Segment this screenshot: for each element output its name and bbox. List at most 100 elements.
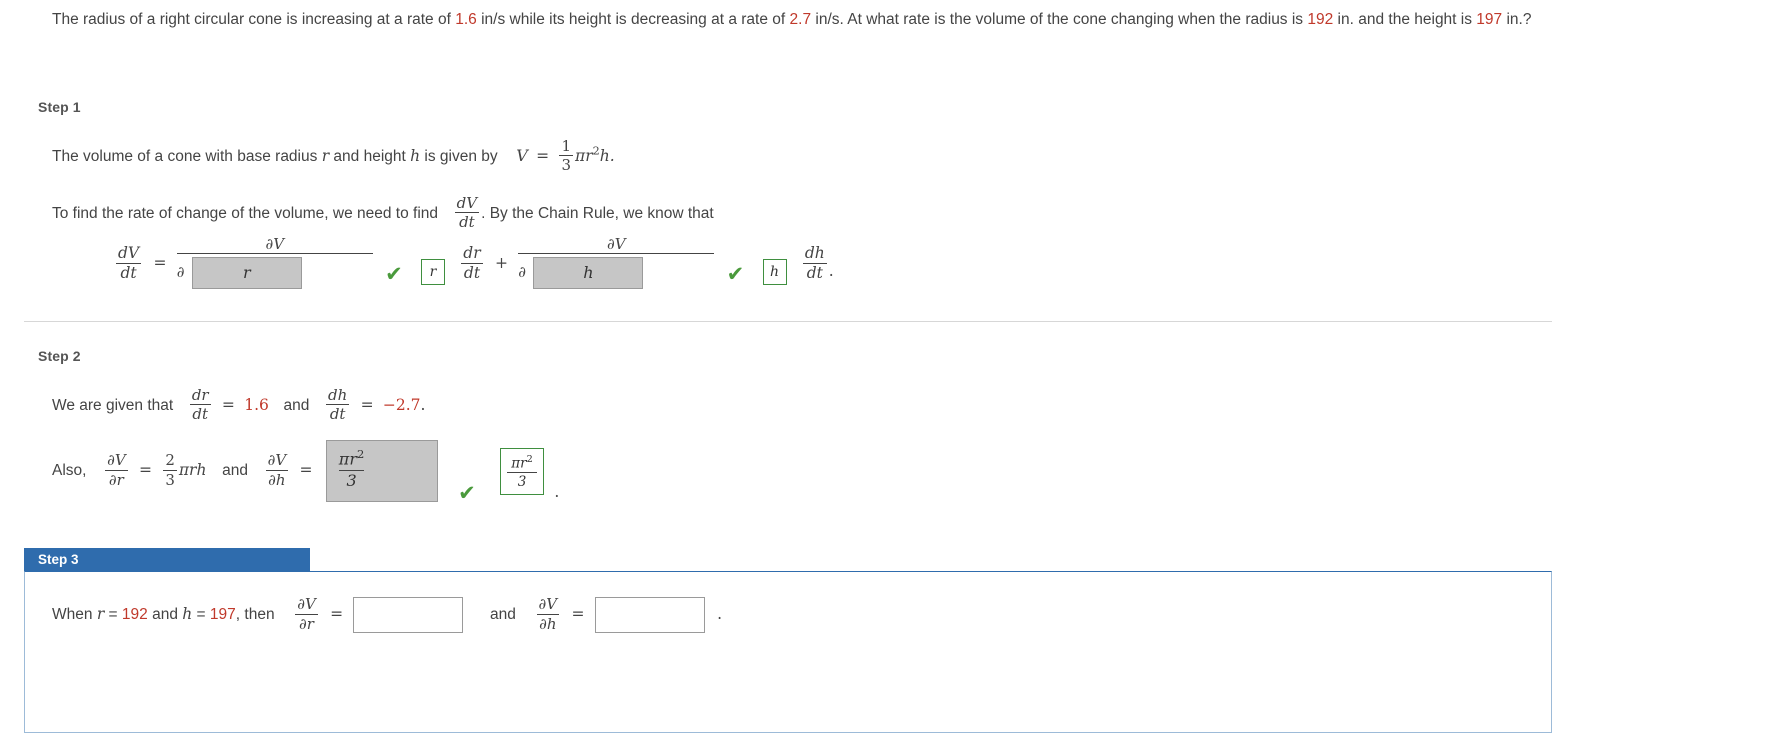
given-dr-value: 1.6 <box>244 395 269 414</box>
step3-pV-denominator-1: ∂r <box>299 614 314 633</box>
given-dr-dt-fraction: dr dt <box>189 386 211 424</box>
answer-box-exponent: 2 <box>356 447 365 461</box>
answer-box-partial-h[interactable]: h <box>533 257 644 289</box>
one-third-numerator: 1 <box>561 137 572 155</box>
dh-dt-fraction: dh dt <box>802 243 827 282</box>
step3-equals-2: = <box>571 605 585 624</box>
dt-denominator: dt <box>459 213 475 232</box>
partial-symbol-2: ∂ <box>518 263 527 282</box>
h-term: h. <box>599 146 615 165</box>
partial-V-partial-r-fraction: ∂V ∂r <box>105 452 128 489</box>
volume-sentence-part-b: and height <box>329 147 411 165</box>
problem-text-5: in.? <box>1502 11 1532 28</box>
given-equals-1: = <box>221 395 235 414</box>
step-3-tab: Step 3 <box>24 548 310 571</box>
volume-V-symbol: V <box>516 145 528 165</box>
partial-term-2-denominator: ∂ h <box>518 254 714 289</box>
lhs-dV-numerator: dV <box>118 243 140 262</box>
step-2-also-line: Also, ∂V ∂r = 2 3 πrh and ∂V ∂h = πr2 3 <box>52 440 560 503</box>
answer-box-partial-r[interactable]: r <box>191 257 302 289</box>
partial-V-numerator-1: ∂V <box>265 235 285 253</box>
volume-var-h: h <box>410 146 421 165</box>
problem-text-3: in/s. At what rate is the volume of the … <box>811 11 1308 28</box>
chip-fraction: πr2 3 <box>501 453 543 491</box>
two-thirds-denominator: 3 <box>165 470 175 489</box>
step3-equals-1: = <box>330 605 344 624</box>
pV-denominator-2: ∂h <box>268 470 286 489</box>
step3-equals-r: = <box>104 606 122 624</box>
problem-page: The radius of a right circular cone is i… <box>0 0 1776 733</box>
step3-pV-denominator-2: ∂h <box>539 614 557 633</box>
answer-box-fraction: πr2 3 <box>338 448 365 490</box>
chip-exponent: 2 <box>526 453 533 465</box>
input-partial-V-partial-r[interactable] <box>353 597 464 633</box>
step3-pV-pr-fraction: ∂V ∂r <box>295 596 318 633</box>
two-thirds-fraction: 2 3 <box>163 451 177 489</box>
two-thirds-numerator: 2 <box>165 451 175 470</box>
volume-sentence-part-a: The volume of a cone with base radius <box>52 147 322 165</box>
given-dr-numerator: dr <box>191 386 209 404</box>
chain-sentence-part-a: To find the rate of change of the volume… <box>52 204 439 222</box>
problem-text-2: in/s while its height is decreasing at a… <box>476 11 790 28</box>
partial-V-numerator-2: ∂V <box>606 235 626 253</box>
chip-numerator-text: πr <box>511 455 527 471</box>
given-dh-value: −2.7 <box>382 395 421 414</box>
given-dr-denominator: dt <box>192 405 209 424</box>
step3-and-text: and <box>147 606 183 624</box>
answer-box-partial-V-partial-h[interactable]: πr2 3 <box>325 440 438 502</box>
lhs-dt-denominator: dt <box>120 263 137 282</box>
correct-check-icon-2: ✔ <box>726 261 745 286</box>
step-2-given-line: We are given that dr dt = 1.6 and dh dt … <box>52 386 425 424</box>
step3-pV-numerator-2: ∂V <box>538 595 558 614</box>
problem-rate-radius: 1.6 <box>455 11 477 28</box>
dV-dt-fraction-inline: dV dt <box>454 194 480 232</box>
pV-denominator-1: ∂r <box>108 470 124 489</box>
dh-dt-denominator: dt <box>806 263 823 282</box>
chain-sentence-part-b: . By the Chain Rule, we know that <box>481 204 714 222</box>
step-3-content-row: When r = 192 and h = 197, then ∂V ∂r = a… <box>52 595 723 633</box>
problem-text-1: The radius of a right circular cone is i… <box>52 11 456 28</box>
problem-height-value: 197 <box>1476 11 1503 28</box>
also-period: . <box>554 483 560 502</box>
given-sentence: We are given that <box>52 396 174 414</box>
also-and: and <box>222 462 248 480</box>
dr-dt-fraction: dr dt <box>461 243 483 282</box>
partial-term-1: ∂V ∂ r <box>176 235 373 289</box>
step3-and-2: and <box>490 606 516 624</box>
volume-sentence-part-c: is given by <box>420 147 498 165</box>
volume-var-r: r <box>321 146 330 165</box>
step-1-chain-sentence: To find the rate of change of the volume… <box>52 194 714 232</box>
chain-rule-equation: dV dt = ∂V ∂ r ✔ r dr dt + ∂V ∂ h ✔ h dh… <box>114 235 834 290</box>
chain-rule-period: . <box>828 262 834 281</box>
partial-symbol-1: ∂ <box>176 263 185 282</box>
dr-numerator: dr <box>463 243 481 262</box>
chain-rule-plus: + <box>494 254 508 273</box>
one-third-fraction: 1 3 <box>559 137 574 175</box>
pi-r-term: πr <box>575 146 593 165</box>
step3-period: . <box>717 605 723 624</box>
partial-V-partial-h-fraction: ∂V ∂h <box>265 452 289 489</box>
one-third-denominator: 3 <box>561 156 572 175</box>
dh-numerator: dh <box>804 243 825 262</box>
also-equals-1: = <box>139 461 152 480</box>
answer-box-numerator-text: πr <box>338 449 357 469</box>
given-dh-dt-fraction: dh dt <box>326 386 350 422</box>
input-partial-V-partial-h[interactable] <box>594 597 705 633</box>
answer-box-numerator: πr2 <box>339 448 365 468</box>
problem-rate-height: 2.7 <box>789 11 812 28</box>
section-divider <box>24 321 1552 322</box>
step-3-panel <box>24 571 1552 733</box>
chip-numerator: πr2 <box>501 453 543 471</box>
r-exponent: 2 <box>592 144 600 158</box>
step-1-volume-sentence: The volume of a cone with base radius r … <box>52 137 615 175</box>
partial-term-2: ∂V ∂ h <box>518 235 715 289</box>
chip-bar <box>507 472 538 474</box>
given-dh-numerator: dh <box>328 386 348 404</box>
problem-text-4: in. and the height is <box>1333 11 1477 28</box>
dr-dt-denominator: dt <box>463 263 481 282</box>
dV-numerator: dV <box>456 194 478 212</box>
step3-h-value: 197 <box>209 606 236 624</box>
chip-denominator: 3 <box>517 474 527 491</box>
lhs-dV-dt-fraction: dV dt <box>116 243 142 282</box>
step3-var-h: h <box>182 605 193 624</box>
